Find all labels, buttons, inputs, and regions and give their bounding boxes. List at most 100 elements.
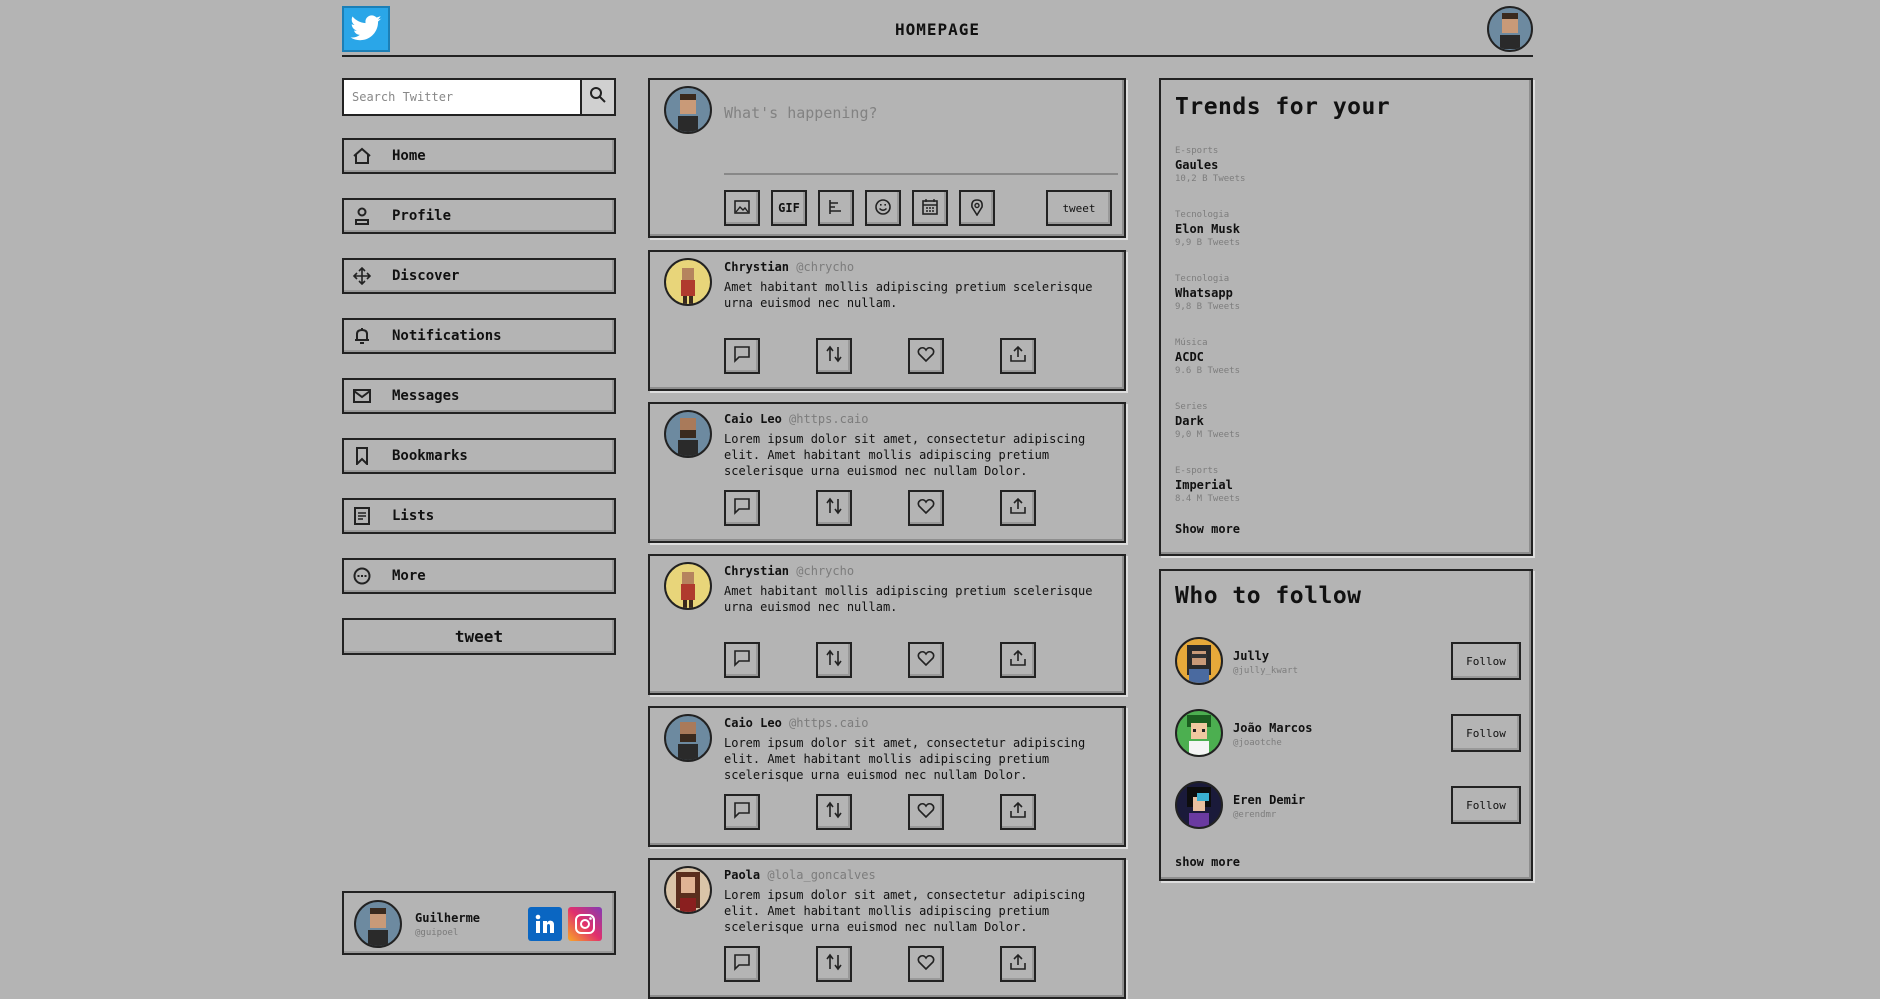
share-button[interactable] — [1000, 946, 1036, 982]
linkedin-icon[interactable] — [528, 907, 562, 941]
trend-item[interactable]: Música ACDC 9.6 B Tweets — [1175, 338, 1240, 376]
tweet-card[interactable]: Chrystian @chrycho Amet habitant mollis … — [648, 554, 1126, 695]
avatar[interactable] — [1175, 709, 1223, 757]
reply-button[interactable] — [724, 946, 760, 982]
tweet-card[interactable]: Caio Leo @https.caio Lorem ipsum dolor s… — [648, 706, 1126, 847]
tweet-text: Amet habitant mollis adipiscing pretium … — [724, 584, 1093, 614]
share-icon — [1009, 497, 1027, 519]
nav-item-messages[interactable]: Messages — [342, 378, 616, 414]
retweet-button[interactable] — [816, 642, 852, 678]
search-icon — [589, 86, 607, 108]
mail-icon — [352, 386, 378, 406]
user-avatar[interactable] — [1487, 6, 1533, 52]
follow-name[interactable]: Jully — [1233, 649, 1269, 663]
tweet-avatar — [664, 866, 712, 914]
nav-item-bookmarks[interactable]: Bookmarks — [342, 438, 616, 474]
trend-name: ACDC — [1175, 350, 1204, 364]
nav-item-more[interactable]: More — [342, 558, 616, 594]
tweet-card[interactable]: Caio Leo @https.caio Lorem ipsum dolor s… — [648, 402, 1126, 543]
nav-item-discover[interactable]: Discover — [342, 258, 616, 294]
composer-tweet-button[interactable]: tweet — [1046, 190, 1112, 226]
avatar[interactable] — [1175, 781, 1223, 829]
reply-button[interactable] — [724, 794, 760, 830]
nav-item-notifications[interactable]: Notifications — [342, 318, 616, 354]
trend-item[interactable]: Series Dark 9,0 M Tweets — [1175, 402, 1240, 440]
tweet-handle[interactable]: @lola_goncalves — [767, 868, 875, 882]
share-button[interactable] — [1000, 490, 1036, 526]
nav-item-lists[interactable]: Lists — [342, 498, 616, 534]
emoji-button[interactable] — [865, 190, 901, 226]
tweet-handle[interactable]: @https.caio — [789, 412, 868, 426]
reply-button[interactable] — [724, 490, 760, 526]
share-button[interactable] — [1000, 794, 1036, 830]
nav-item-profile[interactable]: Profile — [342, 198, 616, 234]
image-icon — [733, 199, 751, 218]
reply-button[interactable] — [724, 338, 760, 374]
tweet-text: Amet habitant mollis adipiscing pretium … — [724, 280, 1093, 310]
trend-item[interactable]: Tecnologia Whatsapp 9,8 B Tweets — [1175, 274, 1240, 312]
nav-item-home[interactable]: Home — [342, 138, 616, 174]
tweet-handle[interactable]: @chrycho — [796, 564, 854, 578]
list-icon — [352, 506, 378, 526]
tweet-author[interactable]: Caio Leo — [724, 716, 782, 730]
follow-show-more-link[interactable]: show more — [1175, 855, 1240, 869]
tweet-handle[interactable]: @chrycho — [796, 260, 854, 274]
heart-icon — [917, 801, 935, 823]
instagram-icon[interactable] — [568, 907, 602, 941]
tweet-author[interactable]: Caio Leo — [724, 412, 782, 426]
trend-name: Imperial — [1175, 478, 1233, 492]
share-button[interactable] — [1000, 642, 1036, 678]
trend-item[interactable]: E-sports Imperial 8.4 M Tweets — [1175, 466, 1240, 504]
like-button[interactable] — [908, 642, 944, 678]
top-header: HOMEPAGE — [342, 0, 1533, 57]
retweet-icon — [825, 801, 843, 823]
trends-show-more-link[interactable]: Show more — [1175, 522, 1240, 536]
avatar[interactable] — [1175, 637, 1223, 685]
profile-card[interactable]: Guilherme @guipoel — [342, 891, 616, 955]
reply-button[interactable] — [724, 642, 760, 678]
tweet-header: Caio Leo @https.caio — [724, 412, 869, 426]
poll-button[interactable] — [818, 190, 854, 226]
tweet-card[interactable]: Chrystian @chrycho Amet habitant mollis … — [648, 250, 1126, 391]
like-button[interactable] — [908, 490, 944, 526]
follow-button[interactable]: Follow — [1451, 642, 1521, 680]
tweet-header: Paola @lola_goncalves — [724, 868, 876, 882]
gif-button[interactable]: GIF — [771, 190, 807, 226]
like-button[interactable] — [908, 794, 944, 830]
follow-button[interactable]: Follow — [1451, 786, 1521, 824]
trend-count: 9.6 B Tweets — [1175, 366, 1241, 376]
more-icon — [352, 566, 378, 586]
tweet-card[interactable]: Paola @lola_goncalves Lorem ipsum dolor … — [648, 858, 1126, 999]
trend-item[interactable]: E-sports Gaules 10,2 B Tweets — [1175, 146, 1245, 184]
bookmark-icon — [352, 446, 378, 466]
search-input[interactable] — [344, 80, 580, 114]
retweet-button[interactable] — [816, 338, 852, 374]
poll-icon — [827, 199, 845, 218]
retweet-button[interactable] — [816, 794, 852, 830]
trend-item[interactable]: Tecnologia Elon Musk 9,9 B Tweets — [1175, 210, 1240, 248]
user-icon — [352, 206, 378, 226]
follow-name[interactable]: João Marcos — [1233, 721, 1312, 735]
search-button[interactable] — [580, 80, 614, 114]
nav-label: Discover — [392, 268, 460, 284]
tweet-handle[interactable]: @https.caio — [789, 716, 868, 730]
schedule-button[interactable] — [912, 190, 948, 226]
share-button[interactable] — [1000, 338, 1036, 374]
follow-button[interactable]: Follow — [1451, 714, 1521, 752]
retweet-button[interactable] — [816, 490, 852, 526]
image-button[interactable] — [724, 190, 760, 226]
retweet-button[interactable] — [816, 946, 852, 982]
trend-category: E-sports — [1175, 466, 1219, 476]
tweet-button[interactable]: tweet — [342, 618, 616, 655]
tweet-author[interactable]: Chrystian — [724, 564, 789, 578]
trend-category: Música — [1175, 338, 1208, 348]
trend-name: Whatsapp — [1175, 286, 1233, 300]
like-button[interactable] — [908, 946, 944, 982]
location-button[interactable] — [959, 190, 995, 226]
tweet-author[interactable]: Paola — [724, 868, 760, 882]
compose-input[interactable]: What's happening? — [724, 104, 878, 122]
follow-name[interactable]: Eren Demir — [1233, 793, 1305, 807]
tweet-author[interactable]: Chrystian — [724, 260, 789, 274]
retweet-icon — [825, 345, 843, 367]
like-button[interactable] — [908, 338, 944, 374]
